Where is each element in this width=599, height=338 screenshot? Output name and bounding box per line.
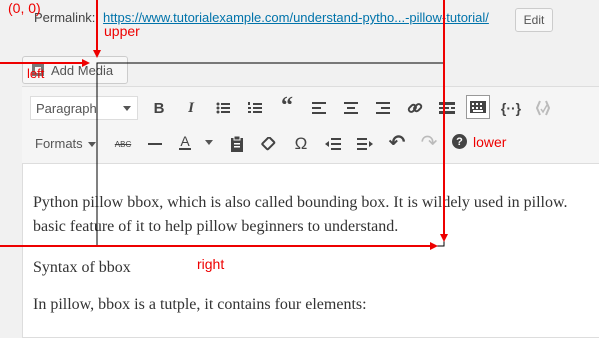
upper-annotation: upper bbox=[104, 23, 140, 39]
bbox-rectangle bbox=[96, 62, 445, 247]
origin-annotation: (0, 0) bbox=[8, 0, 41, 16]
left-annotation: left bbox=[27, 66, 45, 81]
bbox-annotation-overlay bbox=[0, 0, 448, 250]
lower-annotation: lower bbox=[473, 134, 507, 150]
right-annotation: right bbox=[197, 256, 225, 272]
